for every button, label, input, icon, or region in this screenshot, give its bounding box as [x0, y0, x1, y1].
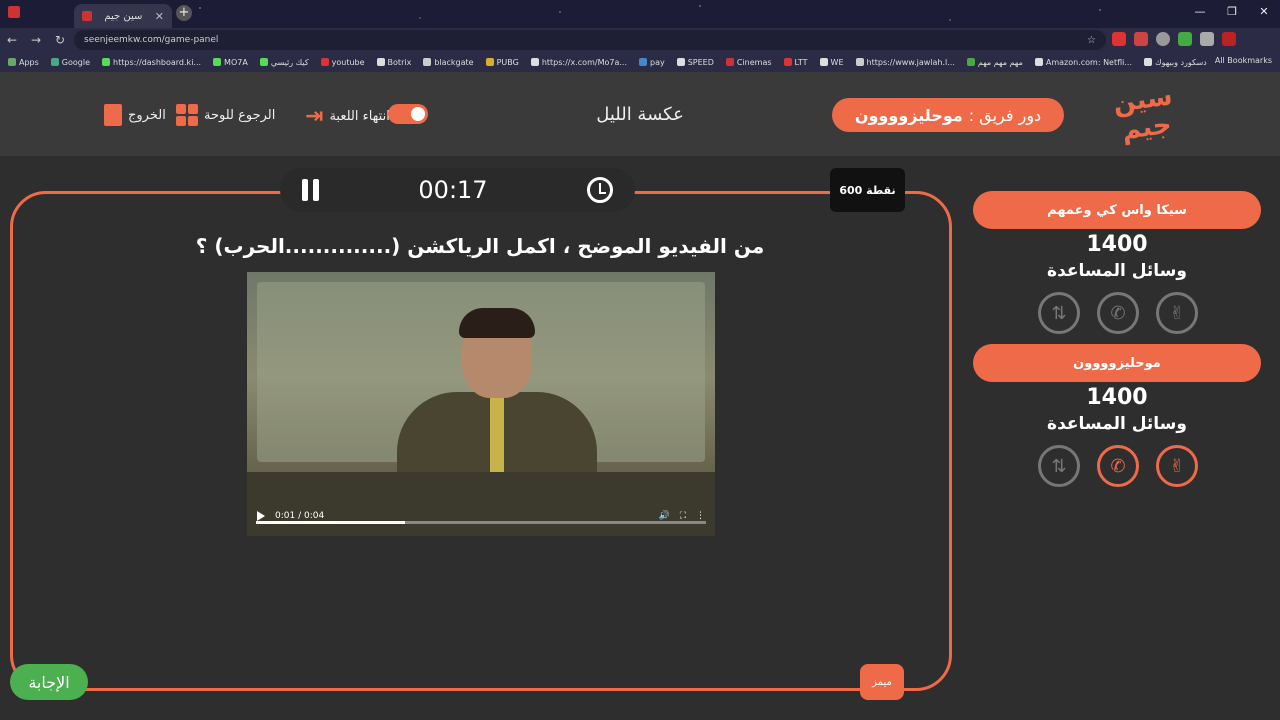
double-answer-icon[interactable]: ✌ — [1156, 445, 1198, 487]
extension-icon[interactable] — [1112, 32, 1126, 46]
browser-tab[interactable]: سين جيم ✕ — [74, 4, 172, 28]
video-time: 0:01 / 0:04 — [275, 511, 325, 521]
window-controls: — ❐ ✕ — [1184, 0, 1280, 28]
swap-question-icon[interactable]: ⇅ — [1038, 292, 1080, 334]
team-name-pill: سيكا واس كي وعمهم — [973, 191, 1261, 229]
back-to-board-label: الرجوع للوحة — [204, 107, 276, 123]
browser-tab-strip — [0, 0, 1280, 28]
browser-app-icon[interactable] — [8, 6, 20, 18]
profile-icon[interactable] — [1222, 32, 1236, 46]
fullscreen-icon[interactable]: ⛶ — [680, 511, 686, 521]
bookmark-item[interactable]: LTT — [783, 58, 808, 67]
back-to-board-button[interactable]: الرجوع للوحة — [176, 104, 275, 126]
reload-icon[interactable]: ↻ — [48, 33, 72, 47]
game-title: عكسة الليل — [596, 104, 684, 125]
end-arrow-icon: ⇥ — [305, 104, 324, 129]
extension-icons — [1112, 32, 1236, 46]
video-controls: 0:01 / 0:04 🔊 ⛶ ⋮ — [247, 496, 715, 536]
team-score: 1400 — [1086, 385, 1148, 410]
team-name-pill: موحليزوووون — [973, 344, 1261, 382]
close-icon[interactable]: ✕ — [155, 10, 164, 23]
bookmark-item[interactable]: PUBG — [485, 58, 519, 67]
double-answer-icon[interactable]: ✌ — [1156, 292, 1198, 334]
tab-title: سين جيم — [104, 10, 143, 22]
pause-icon[interactable] — [302, 179, 319, 201]
turn-team-name: موحليزوووون — [854, 105, 963, 125]
bookmark-item[interactable]: WE — [819, 58, 844, 67]
answer-button[interactable]: الإجابة — [10, 664, 88, 700]
team-aids-label: وسائل المساعدة — [1047, 414, 1187, 434]
memes-button[interactable]: ميمز — [860, 664, 904, 700]
bookmark-item[interactable]: Botrix — [376, 58, 411, 67]
restart-timer-icon[interactable] — [586, 177, 613, 203]
exit-door-icon — [104, 104, 122, 126]
star-icon[interactable]: ☆ — [1087, 35, 1096, 46]
bookmark-item[interactable]: MO7A — [213, 58, 248, 67]
bookmark-item[interactable]: https://www.jawlah.l... — [855, 58, 955, 67]
team-aids-label: وسائل المساعدة — [1047, 261, 1187, 281]
team-aids-row: ⇅ ✆ ✌ — [1038, 292, 1198, 334]
bookmark-item[interactable]: Amazon.com: Netfli... — [1034, 58, 1132, 67]
team-turn-indicator: دور فريق : موحليزوووون — [832, 98, 1064, 132]
points-badge: 600 نقطة — [830, 168, 905, 212]
bookmark-item[interactable]: SPEED — [676, 58, 714, 67]
new-tab-button[interactable]: + — [176, 5, 192, 21]
end-game-button[interactable]: انتهاء اللعبة ⇥ — [305, 104, 390, 129]
exit-label: الخروج — [128, 107, 166, 123]
back-icon[interactable]: ← — [0, 33, 24, 47]
question-video[interactable]: 0:01 / 0:04 🔊 ⛶ ⋮ — [247, 272, 715, 536]
close-window-icon[interactable]: ✕ — [1248, 0, 1280, 28]
call-friend-icon[interactable]: ✆ — [1097, 445, 1139, 487]
extension-icon[interactable] — [1178, 32, 1192, 46]
bookmark-item[interactable]: كيك رئيسي — [259, 58, 309, 67]
bookmark-item[interactable]: https://x.com/Mo7a... — [530, 58, 627, 67]
volume-icon[interactable]: 🔊 — [658, 511, 669, 521]
grid-icon — [176, 104, 198, 126]
bookmark-item[interactable]: Cinemas — [725, 58, 772, 67]
bookmark-item[interactable]: pay — [638, 58, 665, 67]
video-progress-bar[interactable] — [256, 521, 706, 524]
extensions-icon[interactable] — [1200, 32, 1214, 46]
extension-icon[interactable] — [1134, 32, 1148, 46]
timer: 00:17 — [418, 176, 488, 204]
bookmark-item[interactable]: youtube — [320, 58, 365, 67]
team-score: 1400 — [1086, 232, 1148, 257]
video-progress-fill — [256, 521, 405, 524]
end-game-label: انتهاء اللعبة — [329, 109, 390, 124]
forward-icon[interactable]: → — [24, 33, 48, 47]
play-icon[interactable] — [257, 511, 265, 521]
turn-prefix: دور فريق : — [968, 105, 1042, 125]
more-options-icon[interactable]: ⋮ — [696, 511, 705, 521]
timer-controls: 00:17 — [280, 168, 635, 212]
bookmark-item[interactable]: Google — [50, 58, 90, 67]
logo: سين جيم — [1111, 81, 1175, 147]
favicon-icon — [82, 11, 92, 21]
bookmark-item[interactable]: مهم مهم مهم — [966, 58, 1023, 67]
call-friend-icon[interactable]: ✆ — [1097, 292, 1139, 334]
all-bookmarks[interactable]: All Bookmarks — [1215, 56, 1272, 65]
bookmark-item[interactable]: https://dashboard.ki... — [102, 58, 201, 67]
swap-question-icon[interactable]: ⇅ — [1038, 445, 1080, 487]
bookmarks-bar: Apps Google https://dashboard.ki... MO7A… — [0, 52, 1280, 72]
bookmark-item[interactable]: Apps — [8, 58, 39, 67]
question-text: من الفيديو الموضح ، اكمل الرياكشن (.....… — [195, 234, 765, 258]
team-aids-row: ⇅ ✆ ✌ — [1038, 445, 1198, 487]
bookmark-item[interactable]: دسكورد وبيهوك — [1144, 58, 1207, 67]
bookmark-item[interactable]: blackgate — [423, 58, 474, 67]
exit-button[interactable]: الخروج — [104, 104, 166, 126]
timer-toggle[interactable] — [388, 104, 428, 124]
address-bar[interactable]: seenjeemkw.com/game-panel ☆ — [74, 30, 1106, 50]
extension-icon[interactable] — [1156, 32, 1170, 46]
toggle-switch[interactable] — [388, 104, 428, 124]
url-text: seenjeemkw.com/game-panel — [84, 35, 219, 45]
maximize-icon[interactable]: ❐ — [1216, 0, 1248, 28]
minimize-icon[interactable]: — — [1184, 0, 1216, 28]
